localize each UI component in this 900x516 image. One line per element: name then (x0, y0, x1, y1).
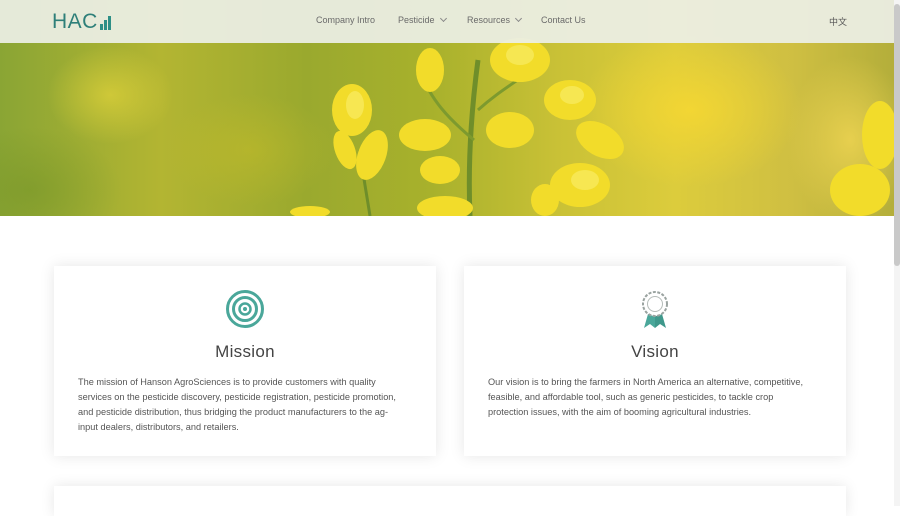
nav-company-intro-label: Company Intro (316, 15, 376, 25)
vision-text: Our vision is to bring the farmers in No… (488, 377, 804, 417)
award-badge-icon (640, 290, 670, 335)
nav-contact-us-label: Contact Us (541, 15, 586, 25)
top-navigation-bar: HAC Company Intro Pesticide Resources Co… (0, 0, 900, 43)
logo-bars-icon (99, 16, 111, 30)
nav-pesticide[interactable]: Pesticide (398, 14, 447, 25)
language-switch[interactable]: 中文 (829, 15, 847, 28)
mission-card: Mission The mission of Hanson AgroScienc… (54, 266, 436, 456)
nav-company-intro[interactable]: Company Intro (316, 15, 375, 25)
chevron-down-icon (439, 14, 447, 23)
page-scrollbar[interactable] (894, 0, 900, 506)
chevron-down-icon (514, 14, 523, 23)
nav-resources[interactable]: Resources (467, 14, 523, 25)
next-section-card (54, 486, 846, 516)
vision-title: Vision (631, 342, 679, 361)
mission-title: Mission (215, 342, 275, 361)
logo-text: HAC (52, 10, 98, 33)
vision-card: Vision Our vision is to bring the farmer… (464, 266, 846, 456)
nav-resources-label: Resources (467, 15, 511, 25)
target-icon (226, 290, 264, 333)
hac-logo[interactable]: HAC (52, 9, 111, 33)
mission-text: The mission of Hanson AgroSciences is to… (78, 377, 396, 432)
nav-pesticide-label: Pesticide (398, 15, 435, 25)
nav-contact-us[interactable]: Contact Us (541, 15, 586, 25)
scrollbar-thumb[interactable] (894, 4, 900, 266)
